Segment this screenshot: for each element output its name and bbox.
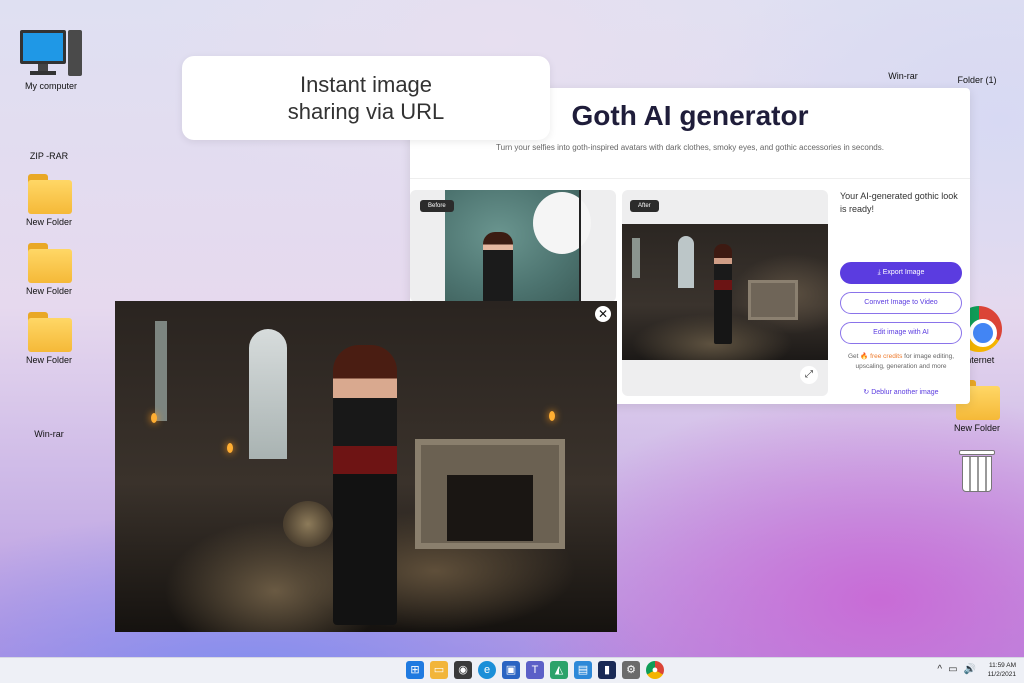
news-icon[interactable]: ▤ xyxy=(574,661,592,679)
desktop-icon-label: New Folder xyxy=(25,286,72,296)
desktop-icon-label: My computer xyxy=(24,81,77,91)
export-image-button[interactable]: ⤓ Export Image xyxy=(840,262,962,284)
file-explorer-icon[interactable]: ▭ xyxy=(430,661,448,679)
desktop-icon-new-folder-1[interactable]: New Folder xyxy=(14,172,84,228)
convert-to-video-button[interactable]: Convert Image to Video xyxy=(840,292,962,314)
desktop-icon-label: ZIP -RAR xyxy=(29,151,69,161)
chrome-icon[interactable]: ● xyxy=(646,661,664,679)
divider xyxy=(410,178,970,179)
desktop-icon-new-folder-2[interactable]: New Folder xyxy=(14,241,84,297)
credits-note: Get 🔥 free credits for image editing, up… xyxy=(840,352,962,372)
computer-icon xyxy=(20,28,82,78)
clock[interactable]: 11:59 AM 11/2/2021 xyxy=(988,661,1016,679)
folder-icon xyxy=(26,241,72,283)
folder-icon xyxy=(26,172,72,214)
desktop-icon-zip-rar[interactable]: ZIP -RAR xyxy=(14,102,84,162)
taskbar-apps: ⊞ ▭ ◉ e ▣ T ◭ ▤ ▮ ⚙ ● xyxy=(406,661,664,679)
edge-icon[interactable]: e xyxy=(478,661,496,679)
taskbar: ⊞ ▭ ◉ e ▣ T ◭ ▤ ▮ ⚙ ● ^ ▭ 🔊 11:59 AM 11/… xyxy=(0,657,1024,683)
app-icon[interactable]: ▮ xyxy=(598,661,616,679)
preview-subject xyxy=(333,345,397,625)
deblur-label: Deblur another image xyxy=(871,389,939,396)
winrar-icon xyxy=(26,380,72,426)
clock-date: 11/2/2021 xyxy=(987,671,1016,678)
desktop-icon-winrar-right[interactable]: Win-rar xyxy=(868,22,938,82)
page-subtitle: Turn your selfies into goth-inspired ava… xyxy=(496,143,884,152)
winrar-icon xyxy=(880,22,926,68)
image-preview-overlay: ✕ xyxy=(115,301,617,632)
recycle-bin-icon xyxy=(957,446,997,494)
feature-caption: Instant image sharing via URL xyxy=(182,56,550,140)
before-image xyxy=(445,190,591,302)
flame-icon: 🔥 xyxy=(860,353,869,360)
store-icon[interactable]: ▣ xyxy=(502,661,520,679)
binder-icon xyxy=(26,102,72,148)
windows-start-icon[interactable]: ⊞ xyxy=(406,661,424,679)
desktop-icon-label: Folder (1) xyxy=(957,75,997,85)
system-tray: ^ ▭ 🔊 xyxy=(937,664,976,675)
volume-icon[interactable]: 🔊 xyxy=(964,664,976,675)
free-credits-link[interactable]: free credits xyxy=(870,353,902,360)
close-icon[interactable]: ✕ xyxy=(595,306,611,322)
camera-icon[interactable]: ◉ xyxy=(454,661,472,679)
after-image[interactable] xyxy=(622,224,828,360)
desktop-icon-label: New Folder xyxy=(25,217,72,227)
caption-text: Instant image sharing via URL xyxy=(287,72,445,124)
desktop-icon-label: New Folder xyxy=(25,355,72,365)
ready-message: Your AI-generated gothic look is ready! xyxy=(840,191,958,214)
credits-prefix: Get xyxy=(847,353,859,360)
binder-icon xyxy=(954,26,1000,72)
result-sidebar: Your AI-generated gothic look is ready! … xyxy=(840,190,962,396)
desktop-icon-new-folder-3[interactable]: New Folder xyxy=(14,310,84,366)
edit-with-ai-button[interactable]: Edit image with AI xyxy=(840,322,962,344)
deblur-another-button[interactable]: ↻ Deblur another image xyxy=(840,388,962,396)
after-tag: After xyxy=(630,200,659,212)
desktop-icon-label: Win-rar xyxy=(34,429,64,439)
settings-icon[interactable]: ⚙ xyxy=(622,661,640,679)
export-label: Export Image xyxy=(882,269,925,276)
desktop-icon-my-computer[interactable]: My computer xyxy=(16,28,86,92)
tray-chevron-icon[interactable]: ^ xyxy=(937,664,942,675)
folder-icon xyxy=(26,310,72,352)
clock-time: 11:59 AM xyxy=(989,662,1016,669)
desktop-icon-recycle-bin[interactable] xyxy=(942,446,1012,494)
teams-icon[interactable]: T xyxy=(526,661,544,679)
photos-icon[interactable]: ◭ xyxy=(550,661,568,679)
desktop-icon-winrar[interactable]: Win-rar xyxy=(14,380,84,440)
network-icon[interactable]: ▭ xyxy=(948,664,957,675)
before-tag: Before xyxy=(420,200,454,212)
desktop-icon-folder-1[interactable]: Folder (1) xyxy=(942,26,1012,86)
expand-icon[interactable]: ⤢ xyxy=(800,366,818,384)
desktop-icon-label: New Folder xyxy=(953,423,1000,433)
after-panel: After ⤢ xyxy=(622,190,828,396)
before-panel: Before xyxy=(410,190,616,302)
desktop-icon-label: Win-rar xyxy=(888,71,918,81)
